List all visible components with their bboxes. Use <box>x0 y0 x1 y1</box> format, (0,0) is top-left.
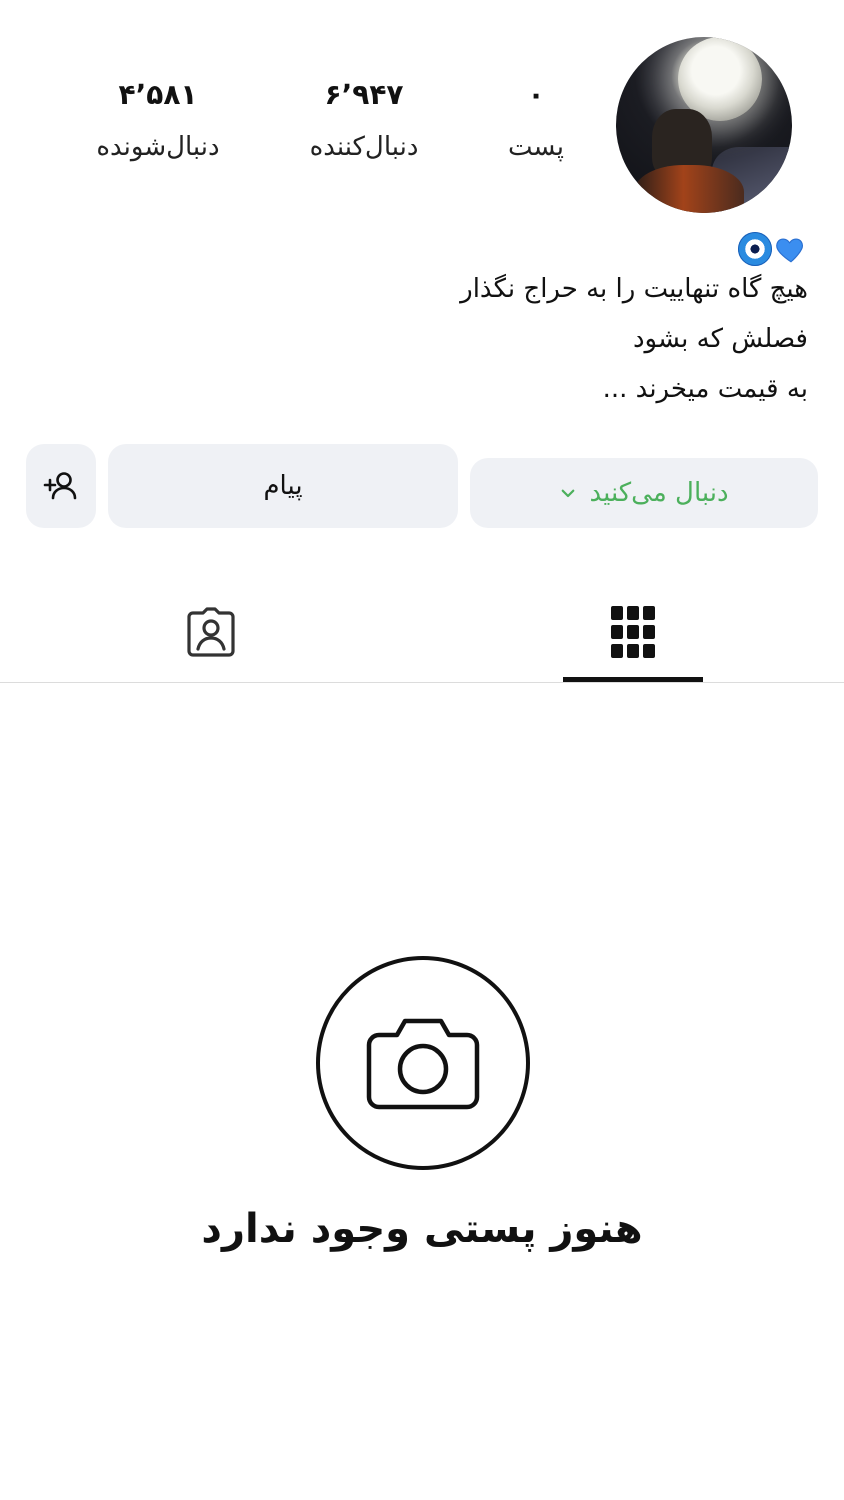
nazar-eye-icon <box>738 232 772 266</box>
grid-icon <box>611 606 655 658</box>
stat-followers-label: دنبال‌کننده <box>309 132 419 162</box>
following-label: دنبال می‌کنید <box>589 478 729 508</box>
add-person-icon <box>43 472 77 500</box>
bio-line-2: فصلش که بشود <box>632 324 808 354</box>
tab-posts-grid[interactable] <box>563 596 703 668</box>
message-button[interactable]: پیام <box>108 444 458 528</box>
camera-icon <box>366 1018 480 1110</box>
blue-heart-icon <box>776 238 803 263</box>
tab-tagged[interactable] <box>141 596 281 668</box>
add-person-button[interactable] <box>26 444 96 528</box>
stat-posts-label: پست <box>508 132 564 162</box>
message-label: پیام <box>263 471 303 501</box>
bio-emoji <box>738 232 808 266</box>
stat-followers-count: ۶٬۹۴۷ <box>324 78 404 111</box>
tagged-person-icon <box>187 607 235 657</box>
stat-posts-count: ۰ <box>527 78 545 111</box>
profile-avatar[interactable] <box>616 37 792 213</box>
bio-line-3: به قیمت میخرند ... <box>602 374 808 404</box>
empty-state-text: هنوز پستی وجود ندارد <box>201 1206 643 1252</box>
tabs-divider <box>0 682 844 683</box>
following-button[interactable]: دنبال می‌کنید <box>470 458 818 528</box>
stat-posts: ۰ پست <box>456 78 616 164</box>
stat-following[interactable]: ۴٬۵۸۱ دنبال‌شونده <box>78 78 238 164</box>
stat-following-label: دنبال‌شونده <box>96 132 220 162</box>
empty-state-circle <box>316 956 530 1170</box>
chevron-down-icon <box>562 489 575 498</box>
bio-line-1: هیچ گاه تنهاییت را به حراج نگذار <box>460 274 808 304</box>
stat-following-count: ۴٬۵۸۱ <box>118 78 198 111</box>
stat-followers[interactable]: ۶٬۹۴۷ دنبال‌کننده <box>284 78 444 164</box>
